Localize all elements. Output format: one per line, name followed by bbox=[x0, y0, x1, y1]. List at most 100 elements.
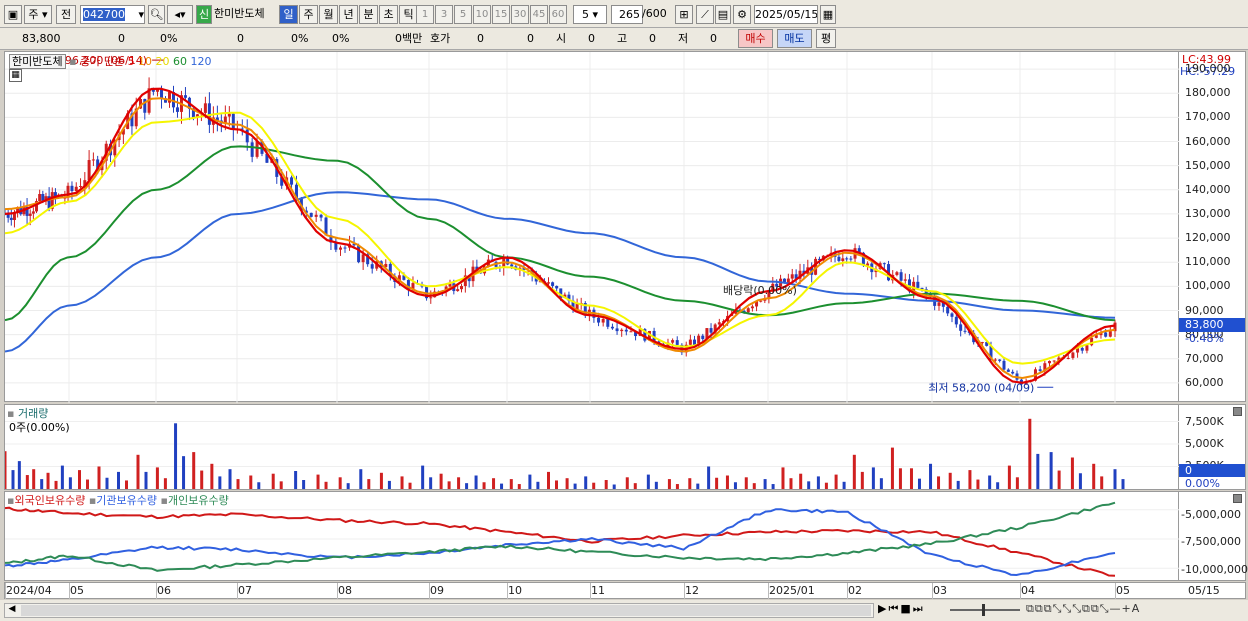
volume-bar bbox=[218, 476, 222, 489]
tool-icon-9[interactable]: ⤡ bbox=[1100, 602, 1110, 615]
tool-icon-3[interactable]: ⧉ bbox=[1044, 602, 1053, 615]
zoom-slider-handle[interactable] bbox=[982, 604, 985, 616]
font-icon[interactable]: A bbox=[1132, 602, 1141, 615]
interval-button-3[interactable]: 3 bbox=[435, 5, 453, 24]
candle-body bbox=[959, 324, 963, 331]
price-chart-panel[interactable]: 최고 196,200 (06/14) 최저 58,200 (04/09) 배당락(0… bbox=[4, 51, 1180, 403]
tool-icon-8[interactable]: ⧉ bbox=[1091, 602, 1100, 615]
calendar-icon[interactable]: ▦ bbox=[820, 5, 836, 24]
speaker-icon[interactable]: ◂▾ bbox=[167, 5, 193, 24]
zoom-out-icon[interactable]: — bbox=[1110, 602, 1122, 615]
candle-body bbox=[290, 177, 294, 185]
save-icon[interactable]: ▤ bbox=[715, 5, 731, 24]
candle-body bbox=[460, 286, 463, 290]
volume-bar bbox=[816, 476, 820, 489]
tool-icon-1[interactable]: ⧉ bbox=[1026, 602, 1035, 615]
window-icon[interactable]: ▣ bbox=[4, 5, 22, 24]
count-input[interactable]: 265 bbox=[611, 5, 643, 24]
candle-body bbox=[79, 186, 83, 188]
period-button-6[interactable]: 초 bbox=[379, 5, 398, 24]
period-button-3[interactable]: 월 bbox=[319, 5, 338, 24]
vol-tick-0: 7,500K bbox=[1185, 415, 1224, 428]
interval-button-15[interactable]: 15 bbox=[492, 5, 510, 24]
tool-icon-2[interactable]: ⧉ bbox=[1035, 602, 1044, 615]
tool-icon-7[interactable]: ⧉ bbox=[1082, 602, 1091, 615]
period-type-select[interactable]: 주 ▾ bbox=[24, 5, 52, 24]
volume-bar bbox=[1092, 463, 1096, 489]
period-button-5[interactable]: 분 bbox=[359, 5, 378, 24]
candle-body bbox=[899, 272, 903, 281]
volume-bar bbox=[86, 479, 89, 489]
candle-body bbox=[709, 328, 713, 333]
candle-body bbox=[203, 103, 207, 113]
investor-panel[interactable]: ▪외국인보유수량 ▪기관보유수량 ▪개인보유수량 bbox=[4, 491, 1180, 581]
scroll-left-icon[interactable]: ◀ bbox=[5, 604, 19, 617]
tool-icons[interactable]: ⧉⧉⧉⤡⤡⤡⧉⧉⤡—+A bbox=[1026, 602, 1140, 616]
search-icon[interactable]: 🔍︎ bbox=[148, 5, 165, 24]
volume-bar bbox=[909, 468, 913, 489]
eval-button[interactable]: 평 bbox=[816, 29, 836, 48]
interval-button-10[interactable]: 10 bbox=[473, 5, 491, 24]
candle-body bbox=[370, 264, 374, 269]
period-button-2[interactable]: 주 bbox=[299, 5, 318, 24]
buy-button[interactable]: 매수 bbox=[738, 29, 773, 48]
fast-forward-icon[interactable]: ⏭ bbox=[913, 602, 925, 615]
x-axis-label: 08 bbox=[338, 584, 352, 597]
table-toggle-icon[interactable]: ▦ bbox=[9, 69, 22, 82]
volume-bar bbox=[367, 479, 371, 489]
candle-body bbox=[1085, 345, 1089, 351]
volume-bar bbox=[294, 471, 298, 489]
horizontal-scrollbar[interactable]: ◀ bbox=[4, 603, 874, 618]
date-input[interactable]: 2025/05/15 bbox=[754, 5, 818, 24]
zoom-in-icon[interactable]: + bbox=[1122, 602, 1132, 615]
candle-body bbox=[786, 278, 790, 283]
sell-button[interactable]: 매도 bbox=[777, 29, 812, 48]
period-type-label: 주 bbox=[28, 8, 39, 21]
interval-button-60[interactable]: 60 bbox=[549, 5, 567, 24]
volume-bar bbox=[917, 478, 921, 489]
interval-button-5[interactable]: 5 bbox=[454, 5, 472, 24]
tool-icon-6[interactable]: ⤡ bbox=[1072, 602, 1082, 615]
interval-select[interactable]: 5 ▾ bbox=[573, 5, 607, 24]
draw-tool-icon[interactable]: ⟋ bbox=[696, 5, 714, 24]
tool-icon-4[interactable]: ⤡ bbox=[1053, 602, 1063, 615]
zoom-slider[interactable] bbox=[950, 604, 1020, 616]
tool-icon-5[interactable]: ⤡ bbox=[1062, 602, 1072, 615]
maximize-icon[interactable] bbox=[1233, 407, 1242, 416]
crosshair-icon[interactable]: ⊞ bbox=[675, 5, 693, 24]
interval-button-45[interactable]: 45 bbox=[530, 5, 548, 24]
volume-percent: 0% bbox=[291, 32, 309, 45]
ma-legend: 5 10 20 60 120 bbox=[128, 55, 212, 68]
volume-chart-svg bbox=[5, 418, 1180, 489]
prev-icon[interactable]: ⏮ bbox=[888, 602, 900, 615]
maximize-icon-2[interactable] bbox=[1233, 494, 1242, 503]
candle-body bbox=[620, 329, 624, 332]
playback-controls[interactable]: ▶⏮■⏭ bbox=[878, 602, 925, 616]
volume-bar bbox=[136, 454, 140, 489]
ma-legend-10: 10 bbox=[134, 55, 153, 68]
x-axis-label: 12 bbox=[685, 584, 699, 597]
stop-icon[interactable]: ■ bbox=[900, 602, 912, 615]
scroll-thumb[interactable] bbox=[21, 605, 871, 616]
volume-bar bbox=[956, 480, 960, 489]
volume-bar bbox=[200, 470, 204, 489]
stock-name-label: 한미반도체 bbox=[9, 54, 66, 69]
price-y-tick: 130,000 bbox=[1185, 206, 1231, 220]
inv-tick-0: -5,000,000 bbox=[1181, 508, 1241, 521]
prev-button[interactable]: 전 bbox=[56, 5, 76, 24]
settings-icon[interactable]: ⚙ bbox=[733, 5, 751, 24]
next-icon[interactable]: ▶ bbox=[878, 602, 888, 615]
ma-line-5 bbox=[5, 87, 1116, 384]
period-button-1[interactable]: 일 bbox=[279, 5, 298, 24]
volume-panel[interactable]: ▪ 거래량 0주(0.00%) bbox=[4, 404, 1180, 490]
stock-code-input[interactable]: 042700 ▾ bbox=[80, 5, 145, 24]
candle-body bbox=[916, 281, 920, 288]
period-button-4[interactable]: 년 bbox=[339, 5, 358, 24]
candle-body bbox=[790, 274, 794, 279]
interval-button-30[interactable]: 30 bbox=[511, 5, 529, 24]
interval-button-1[interactable]: 1 bbox=[416, 5, 434, 24]
credit-badge: 신 bbox=[196, 5, 212, 24]
candle-body bbox=[750, 306, 754, 309]
volume-bar bbox=[646, 474, 650, 489]
candle-body bbox=[314, 214, 318, 217]
